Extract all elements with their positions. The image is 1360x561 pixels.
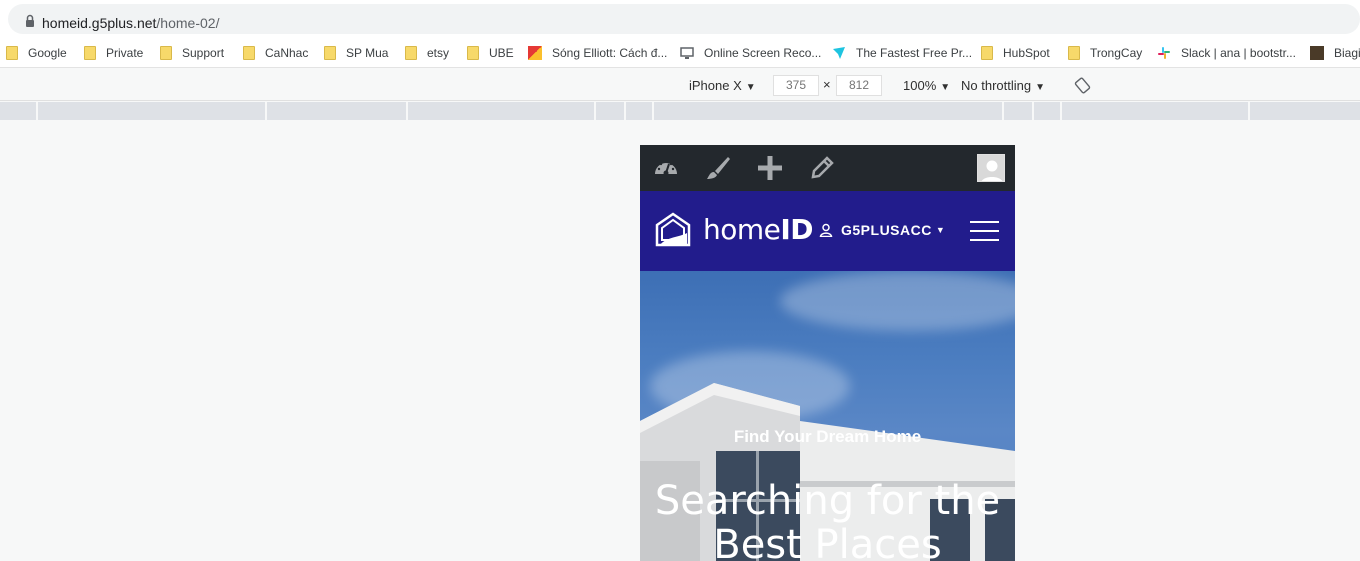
bookmark-slack[interactable]: Slack | ana | bootstr... bbox=[1157, 44, 1296, 62]
hero-section: Find Your Dream Home Searching for the B… bbox=[640, 271, 1015, 561]
folder-icon bbox=[981, 46, 993, 60]
home-logo-icon[interactable] bbox=[654, 211, 692, 251]
site-icon bbox=[1310, 46, 1324, 60]
dropdown-caret-icon: ▼ bbox=[745, 82, 756, 93]
bookmark-label: Support bbox=[182, 46, 225, 60]
bookmark-label: Private bbox=[106, 46, 144, 60]
device-name: iPhone X bbox=[689, 78, 742, 93]
width-input[interactable]: 375 bbox=[773, 75, 819, 96]
site-icon bbox=[528, 46, 542, 60]
bookmark-label: CaNhac bbox=[265, 46, 309, 60]
wp-admin-bar bbox=[640, 145, 1015, 191]
dropdown-caret-icon: ▼ bbox=[1035, 82, 1045, 93]
bookmark-label: SP Mua bbox=[346, 46, 389, 60]
media-query-bar[interactable] bbox=[0, 102, 1360, 120]
url-path: /home-02/ bbox=[156, 15, 220, 31]
folder-icon bbox=[6, 46, 18, 60]
dropdown-caret-icon: ▼ bbox=[940, 82, 951, 93]
rotate-icon[interactable] bbox=[1074, 77, 1091, 94]
brand-name[interactable]: homeID bbox=[703, 213, 814, 246]
url-text[interactable]: homeid.g5plus.net/home-02/ bbox=[42, 15, 219, 31]
bookmark-etsy[interactable]: etsy bbox=[405, 44, 449, 62]
hero-title: Searching for the Best Places bbox=[654, 478, 1001, 561]
bookmark-online-screen[interactable]: Online Screen Reco... bbox=[680, 44, 821, 62]
bookmark-label: Online Screen Reco... bbox=[704, 46, 822, 60]
height-input[interactable]: 812 bbox=[836, 75, 882, 96]
dashboard-icon[interactable] bbox=[652, 154, 680, 182]
slack-icon bbox=[1158, 47, 1170, 59]
bookmarks-bar: Google Private Support CaNhac SP Mua ets… bbox=[0, 38, 1360, 68]
user-avatar-icon bbox=[978, 155, 1004, 181]
bookmark-private[interactable]: Private bbox=[84, 44, 143, 62]
bookmark-label: Sóng Elliott: Cách đ... bbox=[552, 46, 668, 60]
folder-icon bbox=[1068, 46, 1080, 60]
throttling-select[interactable]: No throttling ▼ bbox=[961, 78, 1045, 93]
folder-icon bbox=[84, 46, 96, 60]
device-viewport: homeID G5PLUSACC ▼ Find Your Dream Home … bbox=[640, 145, 1015, 561]
device-toolbar: iPhone X ▼ 375 × 812 100% ▼ No throttling ▼ bbox=[0, 69, 1360, 101]
media-query-tick bbox=[1032, 102, 1034, 120]
hamburger-line bbox=[970, 221, 999, 223]
zoom-select[interactable]: 100% ▼ bbox=[903, 78, 950, 93]
lock-icon[interactable] bbox=[22, 13, 38, 29]
dimension-separator: × bbox=[823, 77, 831, 92]
throttling-value: No throttling bbox=[961, 78, 1032, 93]
monitor-icon bbox=[680, 47, 694, 59]
bookmark-song-elliott[interactable]: Sóng Elliott: Cách đ... bbox=[528, 44, 667, 62]
hamburger-line bbox=[970, 230, 999, 232]
url-host: homeid.g5plus.net bbox=[42, 15, 157, 31]
device-select[interactable]: iPhone X ▼ bbox=[689, 78, 756, 93]
account-name: G5PLUSACC bbox=[841, 222, 932, 238]
bookmark-label: TrongCay bbox=[1090, 46, 1143, 60]
bookmark-fastest-free[interactable]: The Fastest Free Pr... bbox=[832, 44, 972, 62]
folder-icon bbox=[324, 46, 336, 60]
folder-icon bbox=[160, 46, 172, 60]
bookmark-biagi[interactable]: Biagi bbox=[1310, 44, 1360, 62]
bookmark-label: The Fastest Free Pr... bbox=[856, 46, 973, 60]
bookmark-ube[interactable]: UBE bbox=[467, 44, 514, 62]
chevron-down-icon: ▼ bbox=[935, 225, 946, 235]
send-icon bbox=[833, 47, 845, 59]
bookmark-label: etsy bbox=[427, 46, 450, 60]
folder-icon bbox=[243, 46, 255, 60]
hero-subtitle: Find Your Dream Home bbox=[733, 427, 922, 446]
bookmark-canhac[interactable]: CaNhac bbox=[243, 44, 308, 62]
address-bar-area: homeid.g5plus.net/home-02/ bbox=[0, 0, 1360, 38]
bookmark-support[interactable]: Support bbox=[160, 44, 224, 62]
bookmark-trongcay[interactable]: TrongCay bbox=[1068, 44, 1142, 62]
hamburger-line bbox=[970, 239, 999, 241]
bookmark-label: Google bbox=[28, 46, 67, 60]
brand-id-text: ID bbox=[780, 213, 814, 246]
brand-home-text: home bbox=[703, 213, 781, 246]
site-header: homeID G5PLUSACC ▼ bbox=[640, 191, 1015, 271]
bookmark-label: Slack | ana | bootstr... bbox=[1181, 46, 1296, 60]
media-query-tick bbox=[406, 102, 408, 120]
bookmark-hubspot[interactable]: HubSpot bbox=[981, 44, 1050, 62]
menu-toggle-button[interactable] bbox=[970, 221, 999, 241]
bookmark-sp-mua[interactable]: SP Mua bbox=[324, 44, 388, 62]
media-query-tick bbox=[624, 102, 626, 120]
folder-icon bbox=[405, 46, 417, 60]
pencil-icon[interactable] bbox=[808, 154, 836, 182]
brush-icon[interactable] bbox=[704, 154, 732, 182]
avatar[interactable] bbox=[977, 154, 1005, 182]
bookmark-label: Biagi bbox=[1334, 46, 1360, 60]
media-query-tick bbox=[1002, 102, 1004, 120]
folder-icon bbox=[467, 46, 479, 60]
bookmark-label: UBE bbox=[489, 46, 514, 60]
zoom-value: 100% bbox=[903, 78, 937, 93]
media-query-tick bbox=[36, 102, 38, 120]
account-menu[interactable]: G5PLUSACC ▼ bbox=[819, 222, 945, 238]
media-query-tick bbox=[594, 102, 596, 120]
bookmark-google[interactable]: Google bbox=[6, 44, 67, 62]
media-query-tick bbox=[1060, 102, 1062, 120]
user-icon bbox=[819, 223, 833, 237]
bookmark-label: HubSpot bbox=[1003, 46, 1050, 60]
media-query-tick bbox=[265, 102, 267, 120]
plus-icon[interactable] bbox=[756, 154, 784, 182]
address-bar[interactable]: homeid.g5plus.net/home-02/ bbox=[8, 4, 1360, 34]
media-query-tick bbox=[652, 102, 654, 120]
media-query-tick bbox=[1248, 102, 1250, 120]
